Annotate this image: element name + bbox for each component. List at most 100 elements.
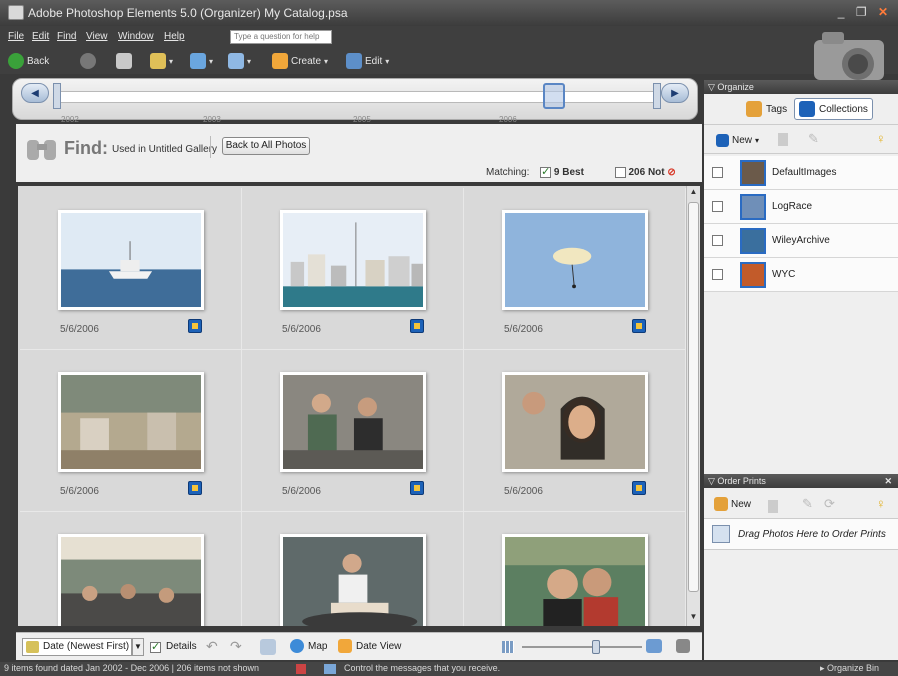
large-thumbnails-icon[interactable]: [646, 639, 662, 653]
new-print-order-button[interactable]: New: [714, 496, 751, 512]
alert-icon[interactable]: [296, 664, 306, 674]
photo-thumbnail[interactable]: [58, 534, 204, 626]
collection-checkbox[interactable]: [712, 201, 723, 212]
sort-dropdown[interactable]: Date (Newest First): [22, 638, 132, 656]
details-checkbox[interactable]: [150, 640, 161, 653]
timeline-prev-button[interactable]: ◀: [21, 83, 49, 103]
menu-find[interactable]: Find: [57, 31, 76, 42]
photo-tile[interactable]: [464, 512, 686, 626]
drop-target[interactable]: Drag Photos Here to Order Prints: [704, 518, 898, 550]
create-button[interactable]: Create ▾: [272, 53, 328, 69]
tab-tags[interactable]: Tags: [742, 98, 791, 120]
timeline-track[interactable]: [53, 91, 661, 103]
menu-window[interactable]: Window: [118, 31, 154, 42]
restore-icon[interactable]: ❐: [856, 5, 871, 19]
menu-help[interactable]: Help: [164, 31, 185, 42]
photo-tile[interactable]: 5/6/2006: [242, 350, 464, 512]
back-to-all-photos-button[interactable]: Back to All Photos: [222, 137, 310, 155]
timeline-start-handle[interactable]: [53, 83, 61, 109]
zoom-slider-thumb[interactable]: [592, 640, 600, 654]
rotate-left-icon[interactable]: ↶: [206, 638, 218, 655]
help-search-input[interactable]: Type a question for help: [230, 30, 332, 44]
trash-icon[interactable]: [768, 500, 778, 513]
pencil-icon[interactable]: ✎: [802, 496, 813, 512]
map-icon[interactable]: [290, 639, 304, 653]
close-icon[interactable]: ✕: [884, 474, 892, 488]
share-button[interactable]: ▾: [150, 53, 173, 69]
menu-file[interactable]: File: [8, 31, 24, 42]
photo-tile[interactable]: [20, 512, 242, 626]
trash-icon[interactable]: [778, 133, 788, 146]
not-checkbox[interactable]: [614, 167, 626, 178]
photo-tile[interactable]: [242, 512, 464, 626]
collection-row[interactable]: DefaultImages: [704, 156, 898, 190]
order-prints-header[interactable]: ▽ Order Prints ✕: [704, 474, 898, 488]
scroll-thumb[interactable]: [688, 202, 699, 592]
timeline-end-handle[interactable]: [653, 83, 661, 109]
photo-thumbnail[interactable]: [280, 210, 426, 310]
organize-bin-toggle[interactable]: ▸ Organize Bin: [820, 663, 879, 674]
message-icon[interactable]: [324, 664, 336, 674]
photo-tile[interactable]: 5/6/2006: [20, 188, 242, 350]
collection-checkbox[interactable]: [712, 235, 723, 246]
back-arrow-icon: [8, 53, 24, 69]
minimize-icon[interactable]: _: [838, 5, 849, 19]
collection-badge-icon[interactable]: [188, 481, 202, 495]
collection-badge-icon[interactable]: [410, 319, 424, 333]
scroll-down-icon[interactable]: ▼: [687, 612, 700, 625]
menu-view[interactable]: View: [86, 31, 108, 42]
zoom-slider[interactable]: [522, 646, 642, 648]
collections-list: DefaultImages LogRace WileyArchive WYC: [704, 156, 898, 296]
message-text[interactable]: Control the messages that you receive.: [344, 663, 500, 673]
timeline-marker[interactable]: [543, 83, 565, 109]
photo-tile[interactable]: 5/6/2006: [464, 350, 686, 512]
order-button[interactable]: ▾: [190, 53, 213, 69]
close-icon[interactable]: ✕: [878, 5, 892, 19]
menu-edit[interactable]: Edit: [32, 31, 49, 42]
collection-checkbox[interactable]: [712, 167, 723, 178]
rotate-right-icon[interactable]: ↷: [230, 638, 242, 655]
collection-badge-icon[interactable]: [632, 319, 646, 333]
photo-tile[interactable]: 5/6/2006: [242, 188, 464, 350]
collection-row[interactable]: WYC: [704, 258, 898, 292]
photo-thumbnail[interactable]: [58, 210, 204, 310]
photo-tile[interactable]: 5/6/2006: [464, 188, 686, 350]
date-view-label[interactable]: Date View: [356, 641, 401, 652]
best-checkbox[interactable]: [540, 165, 552, 178]
collection-checkbox[interactable]: [712, 269, 723, 280]
print-button[interactable]: [116, 53, 132, 69]
tab-collections[interactable]: Collections: [794, 98, 873, 120]
back-button[interactable]: Back: [8, 53, 49, 69]
photo-thumbnail[interactable]: [502, 372, 648, 472]
timeline-next-button[interactable]: ▶: [661, 83, 689, 103]
sort-dropdown-arrow-icon[interactable]: ▼: [132, 638, 144, 656]
grid-scrollbar[interactable]: ▲ ▼: [686, 186, 700, 626]
collection-row[interactable]: LogRace: [704, 190, 898, 224]
collection-badge-icon[interactable]: [632, 481, 646, 495]
pencil-icon[interactable]: ✎: [808, 131, 819, 147]
photo-thumbnail[interactable]: [58, 372, 204, 472]
new-collection-button[interactable]: New ▾: [716, 132, 759, 148]
forward-button[interactable]: [80, 53, 96, 69]
scroll-up-icon[interactable]: ▲: [687, 187, 700, 200]
photo-thumbnail[interactable]: [280, 534, 426, 626]
map-label[interactable]: Map: [308, 641, 327, 652]
collection-badge-icon[interactable]: [188, 319, 202, 333]
organize-header[interactable]: ▽ Organize: [704, 80, 898, 94]
refresh-icon[interactable]: ⟳: [824, 496, 835, 512]
lightbulb-icon[interactable]: ♀: [876, 131, 886, 146]
photo-tile[interactable]: 5/6/2006: [20, 350, 242, 512]
photo-thumbnail[interactable]: [502, 210, 648, 310]
photo-thumbnail[interactable]: [502, 534, 648, 626]
calendar-icon[interactable]: [338, 639, 352, 653]
lightbulb-icon[interactable]: ♀: [876, 496, 886, 511]
small-thumbnails-icon[interactable]: [502, 641, 514, 653]
collection-row[interactable]: WileyArchive: [704, 224, 898, 258]
full-screen-icon[interactable]: [676, 639, 690, 653]
timeline[interactable]: ◀ ▶ 2002 2003 2005 2006: [12, 78, 698, 124]
photo-thumbnail[interactable]: [280, 372, 426, 472]
get-photos-button[interactable]: ▾: [228, 53, 251, 69]
collection-badge-icon[interactable]: [410, 481, 424, 495]
edit-button[interactable]: Edit ▾: [346, 53, 389, 69]
stack-icon[interactable]: [260, 639, 276, 655]
